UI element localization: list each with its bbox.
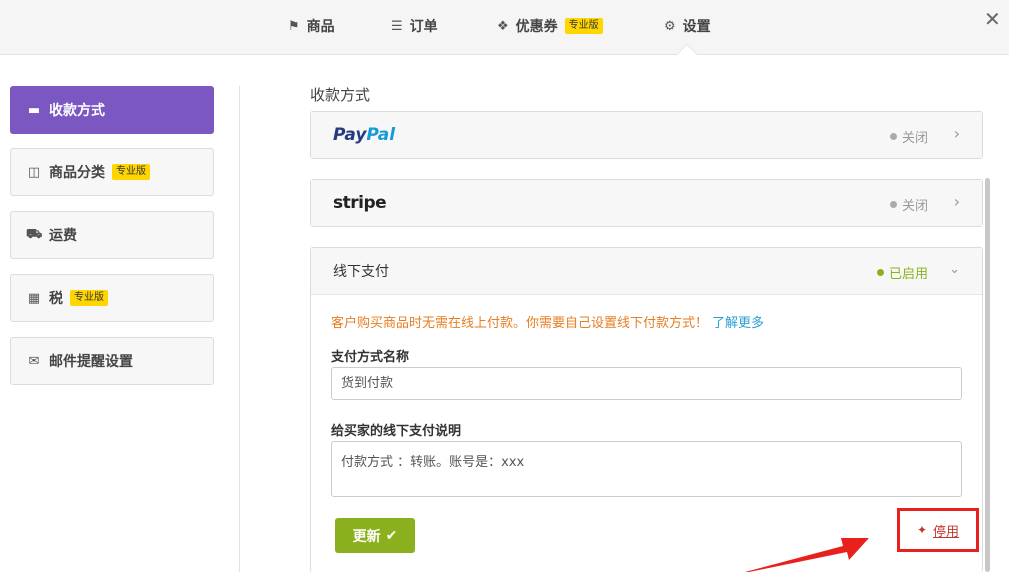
tab-coupons[interactable]: ❖ 优惠券 专业版 — [497, 0, 603, 52]
gear-icon: ⚙ — [664, 18, 676, 34]
sidebar-item-label: 运费 — [49, 228, 77, 244]
section-title: 收款方式 — [310, 86, 371, 104]
sidebar-divider — [239, 86, 240, 572]
disable-highlight-box[interactable]: ✦ 停用 — [897, 508, 979, 552]
top-nav-bar: ⚑ 商品 ☰ 订单 ❖ 优惠券 专业版 ⚙ 设置 ✕ — [0, 0, 1009, 55]
description-label: 给买家的线下支付说明 — [331, 424, 462, 439]
status-dot-icon — [889, 201, 897, 208]
sidebar-item-payment-methods[interactable]: ▬ 收款方式 — [10, 86, 214, 134]
disable-link[interactable]: 停用 — [933, 521, 959, 540]
calculator-icon: ▦ — [27, 290, 41, 306]
stripe-status: 关闭 — [889, 195, 928, 214]
learn-more-link[interactable]: 了解更多 — [712, 316, 764, 331]
paypal-logo: PayPal — [333, 125, 396, 145]
sidebar-item-label: 商品分类 — [49, 165, 105, 181]
scrollbar[interactable] — [985, 178, 990, 572]
stripe-logo: stripe — [333, 193, 387, 213]
unlink-icon: ✦ — [916, 523, 928, 537]
name-label: 支付方式名称 — [331, 350, 410, 365]
check-icon: ✔ — [385, 527, 398, 544]
offline-title: 线下支付 — [333, 264, 389, 280]
tab-settings-label: 设置 — [682, 19, 711, 35]
chevron-down-icon[interactable]: ⌄ — [949, 262, 960, 277]
tab-coupons-label: 优惠券 — [515, 19, 558, 35]
tab-orders[interactable]: ☰ 订单 — [391, 0, 438, 52]
pro-badge: 专业版 — [112, 164, 150, 180]
list-icon: ☰ — [391, 18, 403, 34]
offline-body: 客户购买商品时无需在线上付款。你需要自己设置线下付款方式！ 了解更多 支付方式名称… — [311, 294, 982, 570]
sidebar-item-tax[interactable]: ▦ 税 专业版 — [10, 274, 214, 322]
close-icon[interactable]: ✕ — [984, 9, 1001, 29]
envelope-icon: ✉ — [28, 353, 40, 369]
payment-panel-paypal[interactable]: PayPal 关闭 › — [310, 111, 983, 159]
sidebar-item-label: 邮件提醒设置 — [49, 354, 133, 370]
offline-header[interactable]: 线下支付 已启用 ⌄ — [311, 248, 982, 294]
sidebar-item-shipping[interactable]: ⛟ 运费 — [10, 211, 214, 259]
pro-badge: 专业版 — [564, 18, 603, 34]
tab-products[interactable]: ⚑ 商品 — [288, 0, 335, 52]
tab-orders-label: 订单 — [409, 19, 438, 35]
sidebar-item-email-alerts[interactable]: ✉ 邮件提醒设置 — [10, 337, 214, 385]
paypal-status: 关闭 — [889, 127, 928, 146]
tag-icon: ⚑ — [288, 18, 300, 34]
stripe-header[interactable]: stripe 关闭 › — [311, 180, 982, 226]
chevron-right-icon[interactable]: › — [954, 124, 960, 143]
payment-panel-stripe[interactable]: stripe 关闭 › — [310, 179, 983, 227]
sidebar-item-label: 税 — [49, 291, 63, 307]
tab-products-label: 商品 — [306, 19, 335, 35]
update-button[interactable]: 更新 ✔ — [335, 518, 415, 553]
folder-icon: ◫ — [27, 164, 41, 180]
offline-status: 已启用 — [876, 263, 928, 282]
status-dot-icon — [876, 269, 884, 276]
paypal-header[interactable]: PayPal 关闭 › — [311, 112, 982, 158]
ticket-icon: ❖ — [497, 18, 509, 34]
active-tab-caret — [677, 45, 697, 55]
sidebar-item-categories[interactable]: ◫ 商品分类 专业版 — [10, 148, 214, 196]
offline-notice: 客户购买商品时无需在线上付款。你需要自己设置线下付款方式！ 了解更多 — [331, 316, 765, 331]
truck-icon: ⛟ — [26, 226, 43, 242]
red-arrow-annotation — [745, 538, 869, 572]
card-icon: ▬ — [27, 102, 41, 118]
payment-name-input[interactable]: 货到付款 — [331, 367, 962, 400]
pro-badge: 专业版 — [70, 290, 108, 306]
sidebar-item-label: 收款方式 — [49, 103, 105, 119]
payment-description-textarea[interactable]: 付款方式 ：转账。账号是：xxx — [331, 441, 962, 497]
chevron-right-icon[interactable]: › — [954, 192, 960, 211]
status-dot-icon — [889, 133, 897, 140]
payment-panel-offline: 线下支付 已启用 ⌄ 客户购买商品时无需在线上付款。你需要自己设置线下付款方式！… — [310, 247, 983, 572]
